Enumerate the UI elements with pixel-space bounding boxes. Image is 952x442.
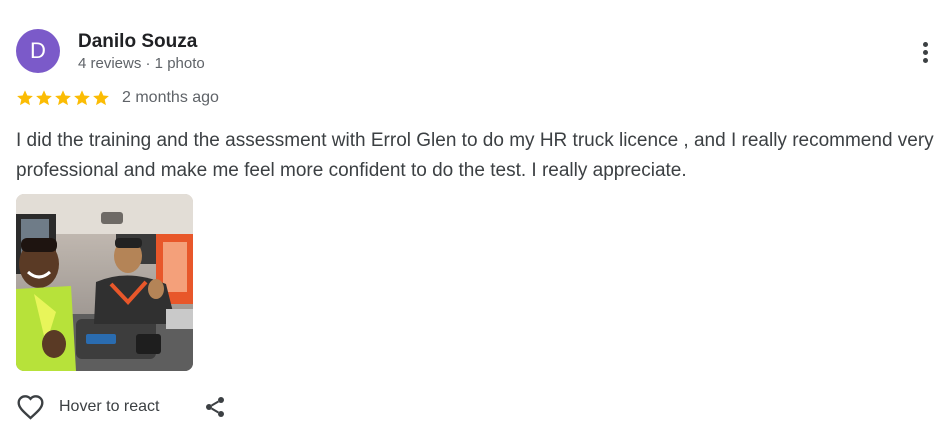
review-time: 2 months ago <box>122 89 219 106</box>
share-button[interactable] <box>203 394 227 420</box>
star-icon <box>74 90 90 106</box>
star-icon <box>17 90 33 106</box>
react-button[interactable]: Hover to react <box>16 394 159 420</box>
star-icon <box>55 90 71 106</box>
rating-row: 2 months ago <box>16 89 219 107</box>
star-icon <box>36 90 52 106</box>
more-options-icon[interactable] <box>914 36 936 68</box>
actions-row: Hover to react <box>16 394 227 420</box>
review-text: I did the training and the assessment wi… <box>16 130 934 181</box>
react-label: Hover to react <box>59 398 160 415</box>
avatar-initial: D <box>30 38 46 63</box>
star-rating <box>16 89 110 107</box>
reviewer-name[interactable]: Danilo Souza <box>78 31 197 53</box>
star-icon <box>93 90 109 106</box>
reviewer-meta: 4 reviews · 1 photo <box>78 55 205 72</box>
review-photo[interactable] <box>16 194 193 371</box>
share-icon <box>206 397 225 417</box>
heart-outline-icon <box>17 395 44 420</box>
review-photo-image <box>16 194 193 371</box>
avatar[interactable]: D <box>16 29 60 73</box>
